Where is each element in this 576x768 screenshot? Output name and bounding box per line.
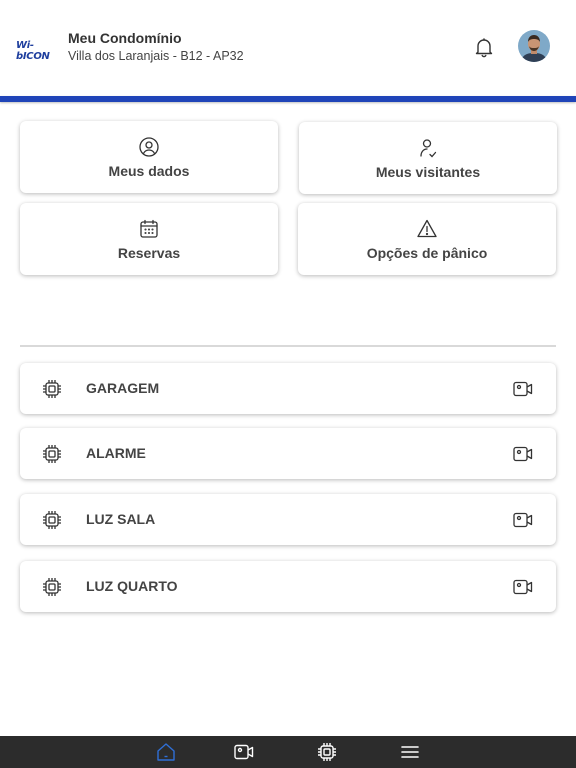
- section-divider: [20, 345, 556, 347]
- condominium-title: Meu Condomínio: [68, 30, 182, 46]
- camera-icon[interactable]: [512, 378, 534, 400]
- condominium-address: Villa dos Laranjais - B12 - AP32: [68, 49, 244, 63]
- camera-icon[interactable]: [512, 509, 534, 531]
- nav-menu-icon[interactable]: [399, 741, 421, 763]
- brand-logo: Wi-bICON: [16, 40, 64, 62]
- my-data-button[interactable]: Meus dados: [20, 121, 278, 193]
- device-item-garagem[interactable]: GARAGEM: [20, 363, 556, 414]
- app-root: Wi-bICON Meu Condomínio Villa dos Laranj…: [0, 0, 576, 768]
- user-circle-icon: [138, 136, 160, 158]
- notifications-bell-icon[interactable]: [472, 35, 496, 59]
- my-visitors-label: Meus visitantes: [375, 163, 481, 180]
- panic-options-label: Opções de pânico: [366, 244, 488, 261]
- device-name: ALARME: [86, 445, 146, 461]
- reservations-button[interactable]: Reservas: [20, 203, 278, 275]
- nav-camera-icon[interactable]: [233, 741, 255, 763]
- header: Wi-bICON Meu Condomínio Villa dos Laranj…: [0, 0, 576, 96]
- chip-icon: [41, 443, 63, 465]
- chip-icon: [41, 378, 63, 400]
- header-accent-bar: [0, 96, 576, 102]
- device-name: LUZ SALA: [86, 511, 156, 527]
- panic-options-button[interactable]: Opções de pânico: [298, 203, 556, 275]
- my-data-label: Meus dados: [108, 162, 190, 179]
- user-check-icon: [417, 137, 439, 159]
- device-name: LUZ QUARTO: [86, 578, 178, 594]
- nav-home-icon[interactable]: [155, 741, 177, 763]
- camera-icon[interactable]: [512, 443, 534, 465]
- chip-icon: [41, 576, 63, 598]
- nav-chip-icon[interactable]: [316, 741, 338, 763]
- device-item-luz-sala[interactable]: LUZ SALA: [20, 494, 556, 545]
- avatar[interactable]: [518, 30, 550, 62]
- reservations-label: Reservas: [117, 244, 181, 261]
- my-visitors-button[interactable]: Meus visitantes: [299, 122, 557, 194]
- camera-icon[interactable]: [512, 576, 534, 598]
- chip-icon: [41, 509, 63, 531]
- device-item-alarme[interactable]: ALARME: [20, 428, 556, 479]
- warning-triangle-icon: [416, 218, 438, 240]
- logo-text: Wi-bICON: [16, 40, 50, 62]
- device-name: GARAGEM: [86, 380, 160, 396]
- calendar-icon: [138, 218, 160, 240]
- bottom-navigation: [0, 736, 576, 768]
- device-item-luz-quarto[interactable]: LUZ QUARTO: [20, 561, 556, 612]
